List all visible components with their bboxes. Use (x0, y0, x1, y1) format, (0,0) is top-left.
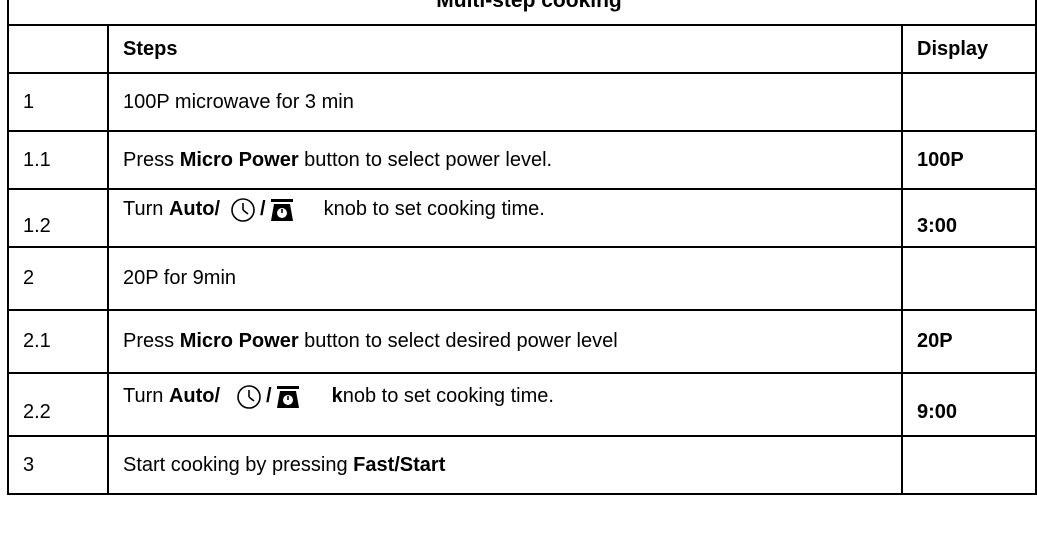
step-text-pre: Turn (123, 384, 169, 407)
header-row: Steps Display (7, 24, 1037, 74)
step-text-pre: Press (123, 148, 180, 171)
step-text-pre: Press (123, 330, 180, 352)
step-text-bold-k: k (331, 384, 343, 407)
step-text-bold: Auto/ (168, 198, 221, 221)
table-row: 3 Start cooking by pressing Fast/Start (7, 435, 1037, 495)
step-text-post: button to select power level. (298, 148, 553, 171)
display-value: 9:00 (900, 372, 1037, 437)
step-number: 3 (7, 435, 109, 495)
step-number: 1.2 (7, 188, 109, 248)
step-number: 1.1 (7, 130, 109, 190)
step-text-line: Turn Auto/ / knob to set cooking time. (123, 197, 545, 223)
display-value (900, 246, 1037, 311)
weight-scale-icon (270, 198, 294, 222)
step-text-bold: Micro Power (179, 148, 299, 171)
step-text-bold: Fast/Start (353, 453, 446, 476)
display-value (900, 435, 1037, 495)
title-row: Multi-step cooking (6, 0, 1037, 26)
step-number: 2.2 (7, 372, 109, 437)
step-text: Press Micro Power button to select power… (107, 130, 903, 190)
step-text-pre: Start cooking by pressing (123, 453, 354, 476)
display-value: 20P (900, 309, 1037, 374)
step-number: 1 (7, 72, 109, 132)
display-value-text: 9:00 (917, 401, 958, 423)
table-row: 1.2 Turn Auto/ / knob to set cooking time.… (7, 188, 1037, 248)
step-text: Turn Auto/ / knob to set cooking time. (107, 188, 903, 248)
table-row: 1 100P microwave for 3 min (7, 72, 1037, 132)
step-text-pre: Turn (123, 198, 169, 221)
clock-icon (236, 384, 262, 410)
slash-separator: / (266, 384, 272, 407)
display-value-text: 3:00 (917, 214, 958, 237)
header-num (7, 24, 109, 74)
display-value: 3:00 (900, 188, 1037, 248)
step-text: Press Micro Power button to select desir… (107, 309, 903, 374)
step-text: 20P for 9min (107, 246, 903, 311)
table-row: 2 20P for 9min (7, 246, 1037, 311)
step-text: Turn Auto/ / knob to set cooking time. (107, 372, 903, 437)
step-text-post: nob to set cooking time. (342, 384, 554, 407)
step-text-post: button to select desired power level (298, 330, 618, 352)
step-text: 100P microwave for 3 min (107, 72, 903, 132)
table-row: 2.2 Turn Auto/ / knob to set cooking time.… (7, 372, 1037, 437)
weight-scale-icon (276, 385, 300, 409)
table-row: 1.1 Press Micro Power button to select p… (7, 130, 1037, 190)
step-text-line: Turn Auto/ / knob to set cooking time. (123, 384, 554, 410)
step-number: 2 (7, 246, 109, 311)
table-row: 2.1 Press Micro Power button to select d… (7, 309, 1037, 374)
clock-icon (230, 197, 256, 223)
step-text: Start cooking by pressing Fast/Start (107, 435, 903, 495)
step-number-text: 2.2 (23, 401, 51, 423)
header-steps: Steps (107, 24, 903, 74)
display-value (900, 72, 1037, 132)
slash-separator: / (260, 198, 266, 221)
table-title: Multi-step cooking (6, 0, 1037, 26)
step-number-text: 1.2 (23, 214, 51, 237)
header-display: Display (900, 24, 1037, 74)
step-text-bold: Micro Power (179, 330, 299, 352)
step-text-bold: Auto/ (168, 384, 221, 407)
cooking-steps-table: Multi-step cooking Steps Display 1 100P … (6, 0, 1037, 495)
step-number: 2.1 (7, 309, 109, 374)
display-value: 100P (900, 130, 1037, 190)
step-text-post: knob to set cooking time. (323, 198, 545, 221)
